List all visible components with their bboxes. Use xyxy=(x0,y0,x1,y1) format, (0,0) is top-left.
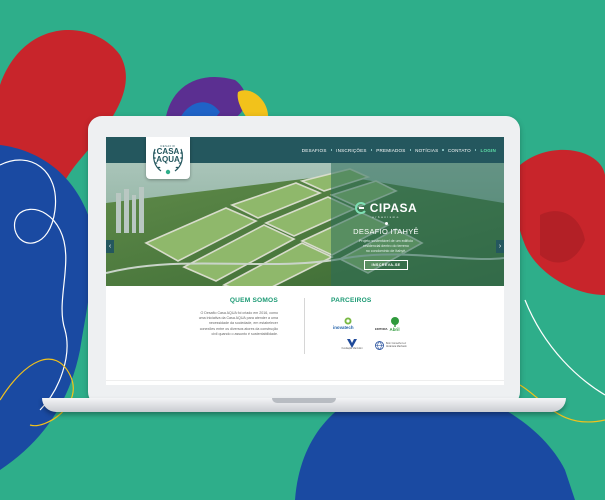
nav-item-contato[interactable]: CONTATO xyxy=(448,148,471,153)
partner-abril[interactable]: EDITORA Abril xyxy=(375,317,400,332)
partner-name: inovatech xyxy=(333,325,354,330)
nav-item-noticias[interactable]: NOTÍCIAS xyxy=(415,148,438,153)
footer-divider xyxy=(106,380,504,381)
about-section: QUEM SOMOS O Desafio Casa AQUA foi criad… xyxy=(156,297,278,337)
content-section: QUEM SOMOS O Desafio Casa AQUA foi criad… xyxy=(106,286,504,385)
chevron-right-icon: › xyxy=(498,243,502,250)
partner-name: Fundação Vanzolini xyxy=(341,347,363,350)
hero-title: DESAFIO ITAHYÊ xyxy=(353,227,419,236)
laptop-screen: DESAFIO CASA AQUA DESAFIOS INSCRIÇÕES PR… xyxy=(106,137,504,385)
nav-item-desafios[interactable]: DESAFIOS xyxy=(302,148,327,153)
cipasa-logo: CIPASA xyxy=(346,201,426,215)
partner-vanzolini[interactable]: Fundação Vanzolini xyxy=(337,339,367,351)
hero-prev-button[interactable]: ‹ xyxy=(106,240,114,253)
nav-separator xyxy=(442,149,444,151)
cipasa-symbol-icon xyxy=(354,202,366,214)
nav-item-inscricoes[interactable]: INSCRIÇÕES xyxy=(336,148,367,153)
hero-next-button[interactable]: › xyxy=(496,240,504,253)
hero-description: Projeto sustentável de um edifício resid… xyxy=(346,239,426,253)
logo-name-line2: AQUA xyxy=(156,155,180,164)
partner-name-line2: Alcântara Machado xyxy=(386,344,407,348)
site-navbar: DESAFIO CASA AQUA DESAFIOS INSCRIÇÕES PR… xyxy=(106,137,504,179)
nav-menu: DESAFIOS INSCRIÇÕES PREMIADOS NOTÍCIAS C… xyxy=(302,137,496,163)
abril-tree-icon xyxy=(390,317,399,327)
partner-bccl[interactable]: Bom Conselho Luz Alcântara Machado xyxy=(375,341,407,350)
nav-separator xyxy=(330,149,333,151)
partner-name: Abril xyxy=(389,327,400,332)
partners-title: PARCEIROS xyxy=(331,297,372,304)
about-title: QUEM SOMOS xyxy=(229,297,278,304)
hero-separator-dot xyxy=(384,222,388,225)
sponsor-name: CIPASA xyxy=(369,201,418,215)
nav-item-premiados[interactable]: PREMIADOS xyxy=(376,148,405,153)
sponsor-tagline: urbanismo xyxy=(372,215,400,219)
nav-separator xyxy=(370,149,373,151)
chevron-left-icon: ‹ xyxy=(108,243,112,250)
hero-aerial-image xyxy=(106,163,504,286)
globe-logo-icon xyxy=(375,341,384,350)
partner-inovatech[interactable]: inovatech xyxy=(333,317,354,330)
site-logo[interactable]: DESAFIO CASA AQUA xyxy=(146,137,190,179)
partner-prefix: EDITORA xyxy=(375,327,388,331)
about-text-line: civil quando o assunto é sustentabilidad… xyxy=(211,331,278,336)
laptop-notch xyxy=(272,398,336,403)
about-text: O Desafio Casa AQUA foi criado em 2016, … xyxy=(156,311,278,337)
partners-section: PARCEIROS inovatech EDITORA Abril Fundaç… xyxy=(331,297,471,350)
nav-separator xyxy=(474,149,477,151)
hero-description-line: no condomínio de Itahyê. xyxy=(365,248,407,253)
subscribe-button[interactable]: INSCREVA-SE xyxy=(363,260,409,271)
inovatech-logo-icon xyxy=(344,317,352,325)
hero-banner: ‹ › CIPASA urbanismo DESAFIO ITAHYÊ Proj… xyxy=(106,163,504,286)
section-divider xyxy=(304,298,305,354)
nav-item-login[interactable]: LOGIN xyxy=(480,148,496,153)
hero-sponsor-block: CIPASA urbanismo DESAFIO ITAHYÊ Projeto … xyxy=(346,201,426,271)
nav-separator xyxy=(409,149,412,151)
